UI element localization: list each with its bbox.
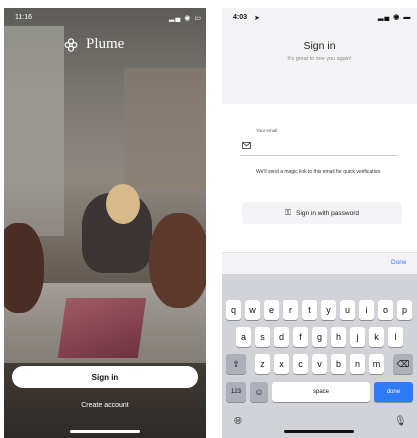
key-j[interactable]: j (350, 327, 365, 347)
key-k[interactable]: k (369, 327, 384, 347)
helper-text: We'll send a magic link to this email fo… (256, 169, 382, 175)
key-s[interactable]: s (255, 327, 270, 347)
delete-key[interactable]: ⌫ (393, 354, 413, 374)
email-underline (240, 155, 398, 156)
key-w[interactable]: w (245, 300, 260, 320)
key-c[interactable]: c (293, 354, 308, 374)
photo-person-center-head (106, 184, 140, 224)
location-arrow-icon: ➤ (254, 15, 260, 22)
globe-icon[interactable]: 🌐︎ (234, 416, 242, 427)
key-i[interactable]: i (359, 300, 374, 320)
home-indicator (284, 430, 354, 433)
page-subtitle: It's great to see you again! (287, 56, 352, 62)
photo-person-right (149, 213, 206, 308)
space-key[interactable]: space (272, 382, 370, 402)
shift-key[interactable]: ⇧ (226, 354, 246, 374)
key-v[interactable]: v (312, 354, 327, 374)
keyboard-done-key[interactable]: done (374, 382, 413, 402)
key-a[interactable]: a (236, 327, 251, 347)
photo-person-left (4, 223, 44, 313)
key-q[interactable]: q (226, 300, 241, 320)
key-b[interactable]: b (331, 354, 346, 374)
key-y[interactable]: y (321, 300, 336, 320)
backspace-icon: ⌫ (396, 358, 410, 369)
key-t[interactable]: t (302, 300, 317, 320)
create-account-link[interactable]: Create account (12, 402, 198, 409)
sign-in-with-password-button[interactable]: ⚿ Sign in with password (242, 202, 402, 224)
email-field[interactable] (240, 136, 398, 156)
key-z[interactable]: z (255, 354, 270, 374)
keyboard-accessory-bar (222, 252, 417, 275)
status-icons: ▂▄ ◉ ▬ (378, 14, 412, 21)
sign-in-button-label: Sign in (91, 372, 119, 382)
status-time: 4:03 (233, 14, 248, 21)
email-label: Your email (256, 128, 278, 133)
photo-window (4, 26, 64, 236)
photo-laptop (57, 298, 147, 358)
key-e[interactable]: e (264, 300, 279, 320)
key-p[interactable]: p (397, 300, 412, 320)
key-n[interactable]: n (350, 354, 365, 374)
done-button[interactable]: Done (391, 259, 407, 266)
key-d[interactable]: d (274, 327, 289, 347)
logo-text: Plume (86, 36, 125, 52)
page-title: Sign in (303, 40, 336, 52)
keyboard: q w e r t y u i o p a s d f g h j k l ⇧ … (222, 274, 417, 438)
sign-in-screen: 4:03 ➤ ▂▄ ◉ ▬ Sign in It's great to see … (222, 8, 417, 438)
key-u[interactable]: u (340, 300, 355, 320)
photo-shelf (124, 68, 206, 188)
emoji-icon: ☺ (254, 387, 264, 397)
key-m[interactable]: m (369, 354, 384, 374)
key-o[interactable]: o (378, 300, 393, 320)
status-time: 11:16 (15, 14, 32, 21)
mail-icon (242, 142, 251, 149)
key-r[interactable]: r (283, 300, 298, 320)
plume-logo-icon (64, 37, 78, 52)
key-h[interactable]: h (331, 327, 346, 347)
plume-logo: Plume (64, 36, 124, 53)
key-icon: ⚿ (285, 208, 292, 217)
key-l[interactable]: l (388, 327, 403, 347)
shift-icon: ⇧ (232, 358, 240, 369)
microphone-icon[interactable]: 🎙︎ (394, 416, 407, 427)
home-indicator (70, 430, 140, 433)
sign-in-button[interactable]: Sign in (12, 366, 198, 388)
status-icons: ▂▄ ◉ ▭ (169, 15, 202, 22)
numbers-key[interactable]: 123 (226, 382, 246, 402)
sign-in-with-password-label: Sign in with password (296, 209, 359, 217)
key-x[interactable]: x (274, 354, 289, 374)
key-f[interactable]: f (293, 327, 308, 347)
plume-welcome-screen: 11:16 ▂▄ ◉ ▭ Plume Sign in Create accoun… (4, 8, 206, 438)
emoji-key[interactable]: ☺ (250, 382, 268, 402)
key-g[interactable]: g (312, 327, 327, 347)
